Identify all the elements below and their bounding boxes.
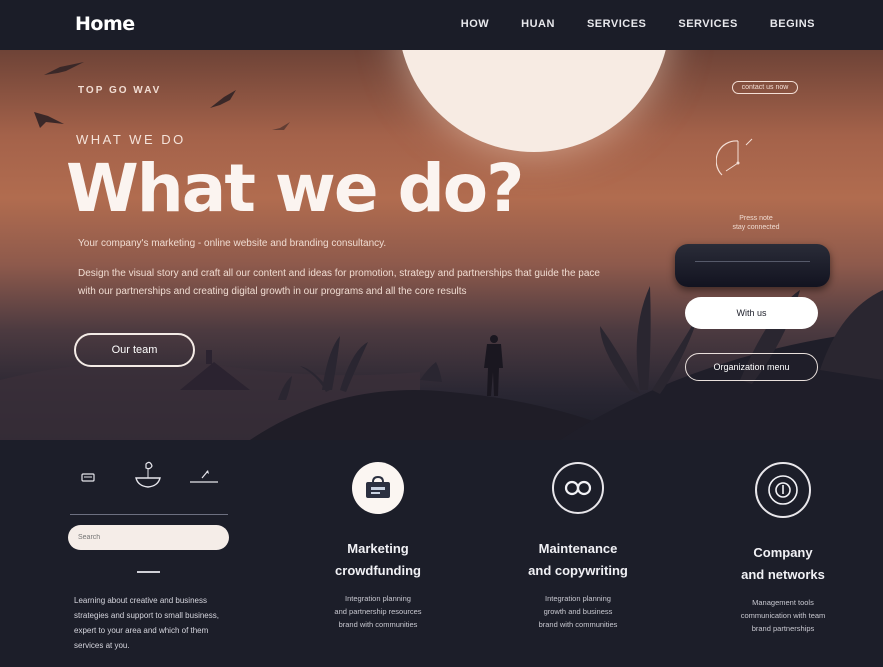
feature-description: Integration planning and partnership res… — [288, 592, 468, 631]
hero-kicker: TOP GO WAV — [78, 85, 162, 96]
hero-title: What we do? — [66, 150, 524, 227]
hero-intro: Your company's marketing - online websit… — [78, 238, 387, 249]
top-navbar: Home HOW HUAN SERVICES SERVICES BEGINS — [0, 0, 883, 50]
feature-title-line-2: and copywriting — [528, 563, 628, 578]
bag-icon — [366, 475, 390, 498]
gauge-icon — [716, 138, 753, 176]
hero-section: TOP GO WAV WHAT WE DO What we do? Your c… — [0, 50, 883, 440]
feature-card-company: Company and networks Management tools co… — [693, 462, 873, 635]
nav-item-begins[interactable]: BEGINS — [770, 18, 815, 30]
card-icon[interactable] — [81, 472, 97, 484]
bird-icon — [34, 62, 290, 130]
bag-icon-circle[interactable] — [352, 462, 404, 514]
feature-card-marketing: Marketing crowdfunding Integration plann… — [288, 462, 468, 631]
target-icon-circle[interactable] — [755, 462, 811, 518]
feature-description: Management tools communication with team… — [693, 596, 873, 635]
feature-title: Maintenance and copywriting — [488, 538, 668, 582]
nav-item-huan[interactable]: HUAN — [521, 18, 555, 30]
feature-desc-line: brand with communities — [538, 620, 618, 629]
with-us-button[interactable]: With us — [685, 297, 818, 329]
feature-title-line-1: Marketing — [347, 541, 409, 556]
feature-title-line-1: Maintenance — [538, 541, 618, 556]
side-caption: Press note stay connected — [716, 214, 796, 232]
feature-desc-line: Integration planning — [345, 594, 411, 603]
nav-item-services-2[interactable]: SERVICES — [678, 18, 737, 30]
hero-body-line-1: Design the visual story and craft all ou… — [78, 268, 600, 279]
feature-desc-line: brand partnerships — [751, 624, 815, 633]
organization-button[interactable]: Organization menu — [685, 353, 818, 381]
pen-icon[interactable] — [188, 466, 224, 486]
bowl-icon[interactable] — [132, 460, 164, 490]
feature-title: Company and networks — [693, 542, 873, 586]
feature-desc-line: communication with team — [740, 611, 826, 620]
short-divider — [137, 571, 160, 573]
side-caption-line-1: Press note — [739, 215, 773, 222]
infinity-icon — [564, 480, 592, 496]
feature-title-line-2: crowdfunding — [335, 563, 421, 578]
left-panel: Learning about creative and business str… — [68, 458, 230, 650]
hero-body-line-2: with our partnerships and creating digit… — [78, 286, 467, 297]
target-icon — [768, 475, 798, 505]
device-panel — [675, 244, 830, 287]
feature-card-maintenance: Maintenance and copywriting Integration … — [488, 462, 668, 631]
logo[interactable]: Home — [75, 13, 135, 35]
nav-item-how[interactable]: HOW — [461, 18, 489, 30]
feature-title: Marketing crowdfunding — [288, 538, 468, 582]
main-nav: HOW HUAN SERVICES SERVICES BEGINS — [461, 18, 815, 30]
feature-desc-line: and partnership resources — [334, 607, 422, 616]
feature-description: Integration planning growth and business… — [488, 592, 668, 631]
side-caption-line-2: stay connected — [732, 224, 780, 231]
left-panel-divider — [70, 514, 228, 515]
search-input[interactable] — [68, 525, 229, 550]
hero-eyebrow: WHAT WE DO — [76, 132, 186, 147]
feature-title-line-1: Company — [753, 545, 813, 560]
our-team-button[interactable]: Our team — [74, 333, 195, 367]
nav-item-services[interactable]: SERVICES — [587, 18, 646, 30]
device-panel-line — [695, 261, 810, 262]
features-section: Learning about creative and business str… — [0, 440, 883, 667]
left-panel-paragraph: Learning about creative and business str… — [74, 596, 219, 650]
infinity-icon-circle[interactable] — [552, 462, 604, 514]
feature-desc-line: Management tools — [752, 598, 814, 607]
feature-desc-line: brand with communities — [338, 620, 418, 629]
feature-desc-line: Integration planning — [545, 594, 611, 603]
feature-desc-line: growth and business — [543, 607, 613, 616]
contact-tag-pill[interactable]: contact us now — [732, 81, 798, 94]
feature-title-line-2: and networks — [741, 567, 825, 582]
